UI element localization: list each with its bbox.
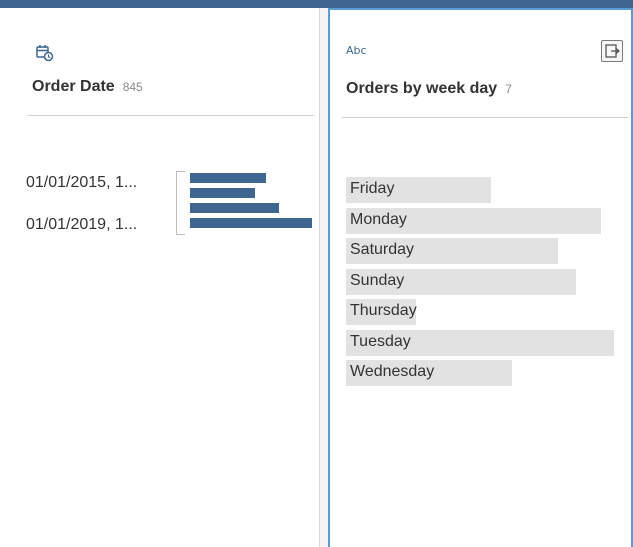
date-range-start-label: 01/01/2015, 1... — [26, 174, 138, 191]
weekday-row[interactable]: Saturday — [346, 238, 614, 264]
weekday-label: Saturday — [350, 241, 415, 258]
field-count: 7 — [505, 82, 512, 96]
string-type-icon: Abc — [346, 44, 367, 57]
weekday-label: Sunday — [350, 272, 405, 289]
weekday-label: Thursday — [350, 302, 417, 319]
field-count: 845 — [122, 80, 143, 94]
field-name: Orders by week day — [346, 80, 498, 97]
export-icon — [605, 44, 621, 58]
weekday-row[interactable]: Sunday — [346, 269, 614, 295]
header-divider — [342, 117, 628, 118]
histogram-bar[interactable] — [190, 218, 312, 228]
weekday-label: Friday — [350, 180, 395, 197]
weekday-row[interactable]: Thursday — [346, 299, 614, 325]
weekday-row[interactable]: Wednesday — [346, 360, 614, 386]
weekday-row[interactable]: Friday — [346, 177, 614, 203]
weekday-label: Tuesday — [350, 333, 411, 350]
order-date-field-card[interactable]: Order Date 845 01/01/2015, 1... 01/01/201… — [0, 8, 320, 547]
histogram-bar[interactable] — [190, 203, 279, 213]
export-button[interactable] — [601, 40, 623, 62]
header-divider — [28, 115, 314, 116]
weekday-label: Wednesday — [350, 363, 435, 380]
panel-gap — [320, 8, 328, 547]
weekday-row[interactable]: Tuesday — [346, 330, 614, 356]
calendar-clock-icon — [36, 45, 54, 62]
date-range-end-label: 01/01/2019, 1... — [26, 216, 138, 233]
orders-by-week-day-field-card[interactable]: Abc Orders by week day 7 Friday Monday Satu… — [328, 8, 633, 547]
weekday-label: Monday — [350, 211, 407, 228]
histogram-bar[interactable] — [190, 188, 255, 198]
field-header-order-date: Order Date 845 — [32, 78, 143, 96]
field-header-orders-by-week-day: Orders by week day 7 — [346, 80, 512, 98]
top-accent-bar — [0, 0, 633, 8]
field-name: Order Date — [32, 78, 115, 95]
histogram-bar[interactable] — [190, 173, 266, 183]
weekday-row[interactable]: Monday — [346, 208, 614, 234]
histogram-bracket — [176, 171, 185, 235]
